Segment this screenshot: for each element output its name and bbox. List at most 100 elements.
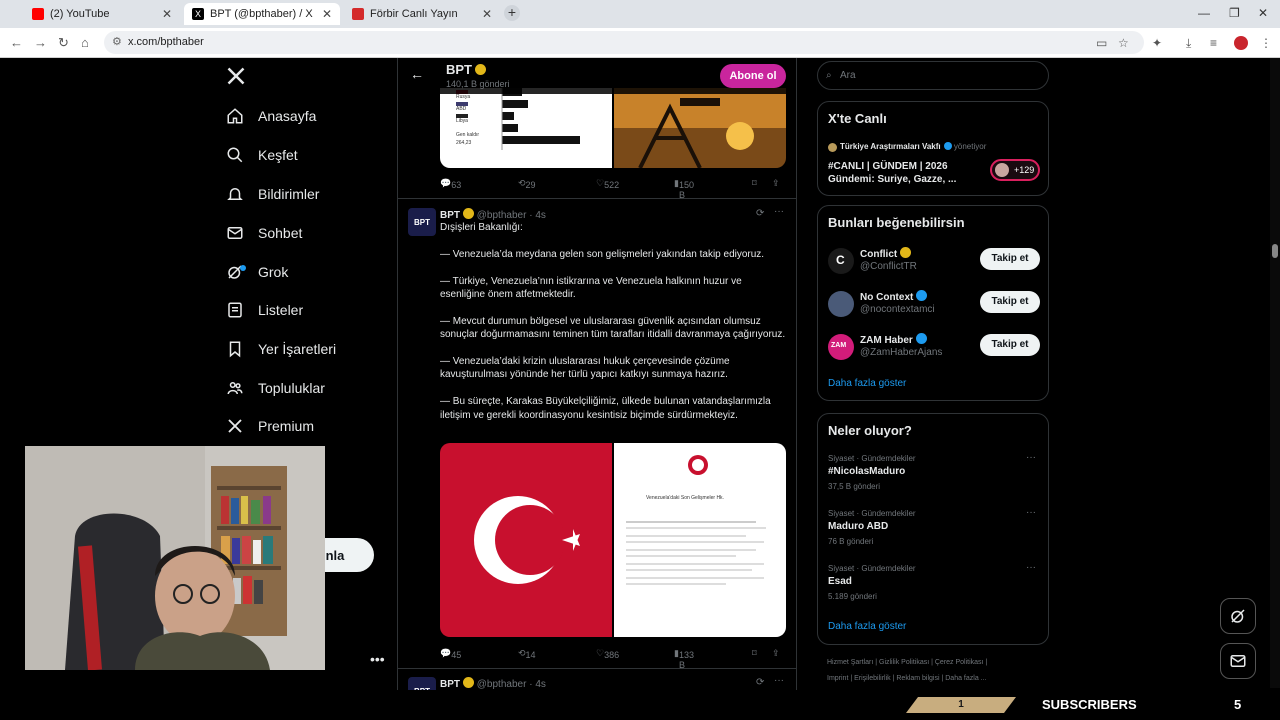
avatar[interactable]: BPT xyxy=(408,208,436,236)
close-icon[interactable]: ✕ xyxy=(482,7,492,21)
reply-button[interactable]: 💬 63 xyxy=(440,178,461,190)
live-host[interactable]: Türkiye Araştırmaları Vakfı yönetiyor xyxy=(840,142,986,151)
views-button[interactable]: ▮ 150 B xyxy=(674,178,694,200)
share-icon[interactable]: ⇪ xyxy=(772,648,780,659)
webcam-overlay xyxy=(25,446,325,670)
reload-icon[interactable]: ↻ xyxy=(58,35,69,51)
nav-bookmarks[interactable]: Yer İşaretleri xyxy=(226,334,336,364)
bookmark-post-icon[interactable]: ⌑ xyxy=(752,648,757,659)
nav-notifications[interactable]: Bildirimler xyxy=(226,179,319,209)
new-tab-button[interactable]: + xyxy=(504,5,520,21)
post-more-icon[interactable]: ··· xyxy=(774,675,784,686)
back-arrow-icon[interactable]: ← xyxy=(410,66,424,82)
nav-explore[interactable]: Keşfet xyxy=(226,140,298,170)
avatar[interactable]: ZAM xyxy=(828,334,854,360)
home-browser-icon[interactable]: ⌂ xyxy=(81,35,89,50)
post-more-icon[interactable]: ··· xyxy=(774,206,784,217)
more-options-icon[interactable]: ••• xyxy=(370,651,385,667)
live-headline[interactable]: #CANLI | GÜNDEM | 2026 Gündemi: Suriye, … xyxy=(828,160,968,186)
post-body: Dışişleri Bakanlığı: — Venezuela’da meyd… xyxy=(440,221,786,435)
previous-post-media[interactable]: Rusya ABD Libya Gen kaldır 264,23 xyxy=(440,88,786,168)
trend-more-icon[interactable]: ··· xyxy=(1026,507,1036,518)
post-handle[interactable]: @bpthaber xyxy=(477,679,527,690)
suggestion-name[interactable]: ZAM Haber xyxy=(860,333,927,346)
grok-float-button[interactable] xyxy=(1220,598,1256,634)
suggestion-handle[interactable]: @ZamHaberAjans xyxy=(860,347,942,358)
trend-name[interactable]: #NicolasMaduro xyxy=(828,466,905,477)
suggestion-name[interactable]: Conflict xyxy=(860,247,912,260)
grok-post-icon[interactable]: ⟳ xyxy=(756,677,764,688)
media-icon[interactable]: ≡ xyxy=(1210,36,1217,50)
nav-premium[interactable]: Premium xyxy=(226,411,314,441)
back-icon[interactable]: ← xyxy=(10,35,23,50)
post-handle[interactable]: @bpthaber xyxy=(477,210,527,221)
post-paragraph: Dışişleri Bakanlığı: xyxy=(440,222,523,233)
show-more-link[interactable]: Daha fazla göster xyxy=(828,621,906,632)
star-icon[interactable]: ☆ xyxy=(1118,36,1129,50)
show-more-link[interactable]: Daha fazla göster xyxy=(828,378,906,389)
site-info-icon[interactable]: ⚙ xyxy=(112,31,122,54)
footer-links[interactable]: Imprint | Erişilebilirlik | Reklam bilgi… xyxy=(827,675,987,682)
install-icon[interactable]: ▭ xyxy=(1096,36,1107,50)
tab-forbir[interactable]: Förbir Canlı Yayın ✕ xyxy=(344,3,500,25)
grok-post-icon[interactable]: ⟳ xyxy=(756,208,764,219)
search-placeholder: Ara xyxy=(840,70,856,81)
post-actions: 💬 45 ⟲ 14 ♡ 386 ▮ 133 B ⌑ ⇪ xyxy=(440,646,786,670)
download-icon[interactable]: ⤓ xyxy=(1186,36,1191,51)
views-button[interactable]: ▮ 133 B xyxy=(674,648,694,670)
trend-more-icon[interactable]: ··· xyxy=(1026,452,1036,463)
post-divider xyxy=(398,668,796,669)
post-image[interactable]: Venezuela'daki Son Gelişmeler Hk. xyxy=(440,443,786,637)
address-bar[interactable]: ⚙ x.com/bpthaber xyxy=(104,31,1144,54)
repost-button[interactable]: ⟲ 14 xyxy=(518,648,536,660)
suggestion-handle[interactable]: @ConflictTR xyxy=(860,261,917,272)
like-button[interactable]: ♡ 522 xyxy=(596,178,619,190)
menu-icon[interactable]: ⋮ xyxy=(1260,36,1272,50)
document-title: Venezuela'daki Son Gelişmeler Hk. xyxy=(646,495,724,501)
extensions-icon[interactable]: ✦ xyxy=(1152,36,1162,50)
avatar[interactable] xyxy=(828,291,854,317)
trend-name[interactable]: Maduro ABD xyxy=(828,521,888,532)
chart-label: ABD xyxy=(456,106,467,112)
follow-button[interactable]: Takip et xyxy=(980,291,1040,313)
share-icon[interactable]: ⇪ xyxy=(772,178,780,189)
x-logo[interactable] xyxy=(226,66,246,92)
nav-chat[interactable]: Sohbet xyxy=(226,218,302,248)
nav-grok[interactable]: Grok xyxy=(226,257,288,287)
minimize-icon[interactable]: — xyxy=(1198,6,1210,20)
nav-communities[interactable]: Topluluklar xyxy=(226,373,325,403)
live-listeners-badge[interactable]: +129 xyxy=(990,159,1040,181)
close-icon[interactable]: ✕ xyxy=(162,7,172,21)
maximize-icon[interactable]: ❐ xyxy=(1229,6,1240,20)
page-scrollbar[interactable] xyxy=(1270,58,1280,688)
trend-more-icon[interactable]: ··· xyxy=(1026,562,1036,573)
trend-name[interactable]: Esad xyxy=(828,576,852,587)
tab-bpt[interactable]: X BPT (@bpthaber) / X ✕ xyxy=(184,3,340,25)
tab-youtube[interactable]: (2) YouTube ✕ xyxy=(24,3,180,25)
suggestion-name[interactable]: No Context xyxy=(860,290,928,303)
like-button[interactable]: ♡ 386 xyxy=(596,648,619,660)
bookmark-post-icon[interactable]: ⌑ xyxy=(752,178,757,189)
repost-button[interactable]: ⟲ 29 xyxy=(518,178,536,190)
footer-links[interactable]: Hizmet Şartları | Gizlilik Politikası | … xyxy=(827,659,987,666)
messages-float-button[interactable] xyxy=(1220,643,1256,679)
nav-home[interactable]: Anasayfa xyxy=(226,101,316,131)
suggestions-card: Bunları beğenebilirsin C Conflict @Confl… xyxy=(817,205,1049,401)
avatar[interactable]: C xyxy=(828,248,854,274)
tab-title: Förbir Canlı Yayın xyxy=(370,8,458,20)
follow-button[interactable]: Takip et xyxy=(980,248,1040,270)
follow-button[interactable]: Takip et xyxy=(980,334,1040,356)
post-header: BPT @bpthaber · 4s xyxy=(440,208,546,221)
profile-avatar[interactable] xyxy=(1234,36,1248,50)
close-icon[interactable]: ✕ xyxy=(322,7,332,21)
window-close-icon[interactable]: ✕ xyxy=(1258,6,1268,20)
post-time[interactable]: 4s xyxy=(535,210,546,221)
reply-button[interactable]: 💬 45 xyxy=(440,648,461,660)
suggestion-handle[interactable]: @nocontextamci xyxy=(860,304,935,315)
scrollbar-thumb[interactable] xyxy=(1272,244,1278,258)
subscribe-button[interactable]: Abone ol xyxy=(720,64,786,88)
forward-icon[interactable]: → xyxy=(34,35,47,50)
post-time[interactable]: 4s xyxy=(535,679,546,690)
search-input[interactable]: ⌕ Ara xyxy=(817,61,1049,90)
nav-lists[interactable]: Listeler xyxy=(226,295,303,325)
